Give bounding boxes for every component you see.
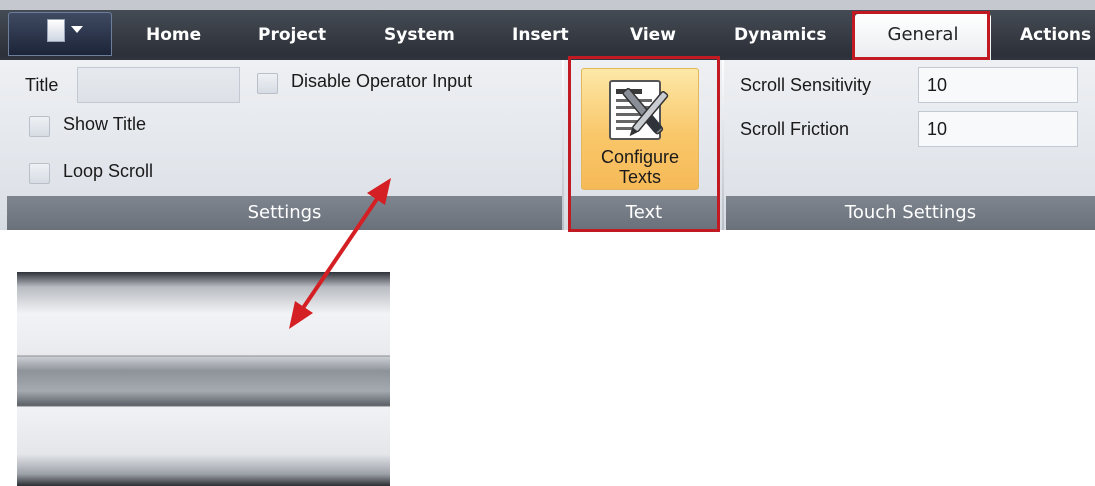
annotation-arrow	[289, 178, 391, 329]
